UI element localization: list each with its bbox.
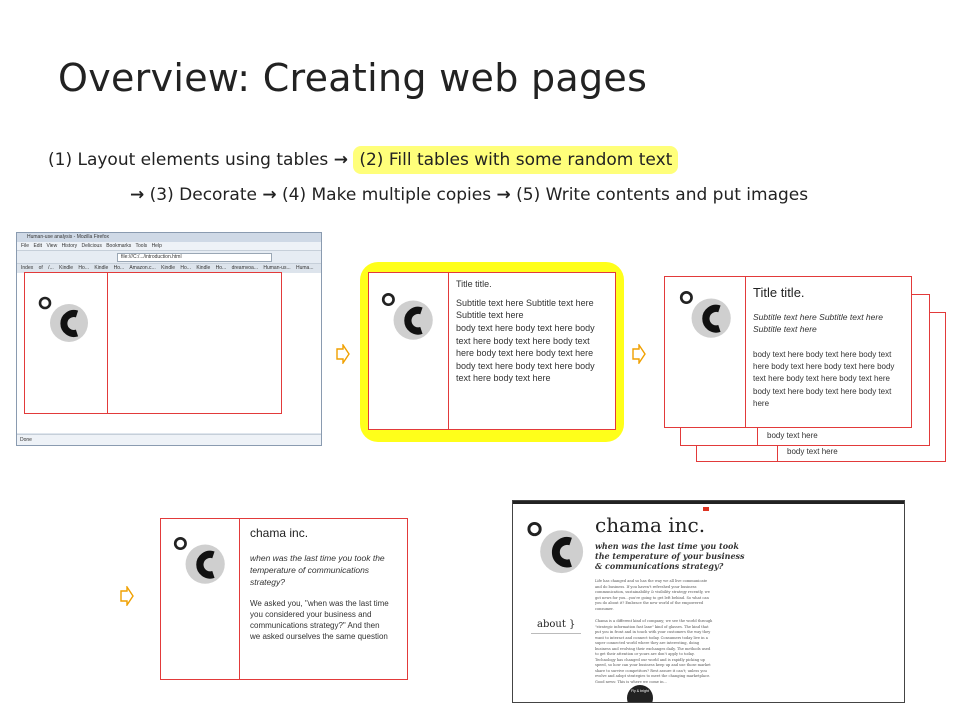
divider bbox=[531, 633, 581, 634]
next-arrow-icon bbox=[120, 586, 134, 606]
browser-screenshot: Human-use analysis - Mozilla Firefox Fil… bbox=[16, 232, 322, 446]
arrow-right-icon: → bbox=[130, 185, 145, 205]
final-website-screenshot: chama inc. when was the last time you to… bbox=[512, 500, 905, 703]
step-1-text: (1) Layout elements using tables bbox=[48, 150, 334, 170]
browser-toolbar: file:///C:/.../introduction.html bbox=[17, 250, 321, 264]
slide-title: Overview: Creating web pages bbox=[58, 56, 648, 100]
card-body: body text here body text here body text … bbox=[456, 323, 595, 383]
card-body: We asked you, "when was the last time yo… bbox=[250, 599, 389, 641]
arrow-right-icon: → bbox=[262, 185, 277, 205]
site-paragraph: Life has changed and so has the way we a… bbox=[595, 579, 710, 611]
copy-body-tail: body text here bbox=[787, 447, 838, 456]
browser-url-field: file:///C:/.../introduction.html bbox=[117, 253, 272, 262]
card-body: body text here body text here body text … bbox=[753, 350, 895, 408]
step-5-text: (5) Write contents and put images bbox=[510, 185, 809, 205]
card-tagline: when was the last time you took the temp… bbox=[250, 553, 385, 587]
card-subtitle: Subtitle text here Subtitle text here Su… bbox=[456, 298, 594, 320]
arrow-right-icon: → bbox=[496, 185, 511, 205]
next-arrow-icon bbox=[336, 344, 350, 364]
site-headline: chama inc. bbox=[595, 513, 706, 537]
chama-logo-icon bbox=[376, 288, 440, 342]
copy-body-tail: body text here bbox=[767, 431, 818, 440]
card-title: Title title. bbox=[753, 285, 805, 300]
site-tagline: when was the last time you took the temp… bbox=[595, 541, 745, 571]
site-paragraph: Chama is a different kind of company; we… bbox=[595, 619, 713, 684]
about-link[interactable]: about } bbox=[537, 619, 575, 630]
browser-statusbar: Done bbox=[17, 434, 321, 445]
steps-line-2: → (3) Decorate → (4) Make multiple copie… bbox=[130, 185, 808, 205]
chama-logo-icon bbox=[33, 293, 95, 343]
card-title: Title title. bbox=[456, 279, 492, 289]
browser-menubar: File Edit View History Delicious Bookmar… bbox=[17, 242, 321, 250]
site-topbar bbox=[513, 501, 904, 504]
card-subtitle: Subtitle text here Subtitle text here Su… bbox=[753, 312, 883, 334]
steps-line-1: (1) Layout elements using tables → (2) F… bbox=[48, 146, 679, 174]
step-3-text: (3) Decorate bbox=[144, 185, 263, 205]
chama-logo-icon bbox=[674, 286, 738, 340]
chama-logo-icon bbox=[168, 532, 232, 586]
browser-titlebar: Human-use analysis - Mozilla Firefox bbox=[17, 233, 321, 242]
step-4-text: (4) Make multiple copies bbox=[276, 185, 497, 205]
arrow-right-icon: → bbox=[333, 150, 348, 170]
phone-icon bbox=[703, 507, 709, 511]
next-arrow-icon bbox=[632, 344, 646, 364]
card-title: chama inc. bbox=[250, 526, 309, 540]
chama-logo-icon bbox=[521, 517, 591, 575]
site-badge: Fly & bright bbox=[627, 685, 653, 702]
step-2-highlight: (2) Fill tables with some random text bbox=[353, 146, 679, 174]
